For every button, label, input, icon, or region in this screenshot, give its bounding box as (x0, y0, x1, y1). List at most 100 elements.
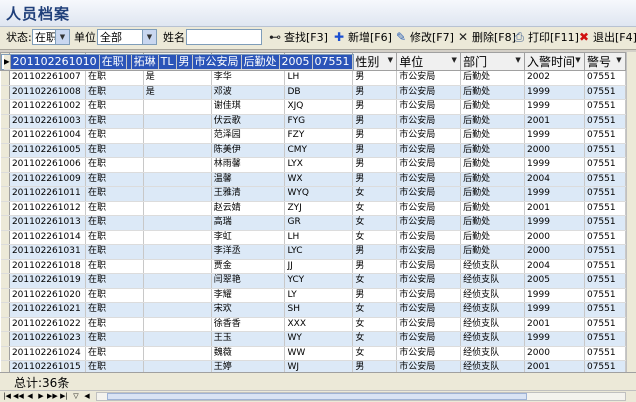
table-cell[interactable] (143, 259, 212, 274)
table-cell[interactable]: 男 (352, 143, 398, 158)
table-cell[interactable]: 在职 (85, 360, 144, 372)
table-cell[interactable]: 201102261019 (9, 273, 86, 289)
table-cell[interactable]: 1999 (524, 99, 585, 115)
table-cell[interactable]: 2001 (524, 317, 585, 332)
table-cell[interactable] (143, 215, 212, 231)
table-cell[interactable]: 李华 (211, 70, 286, 86)
table-cell[interactable]: 男 (352, 172, 398, 187)
table-cell[interactable]: 2000 (524, 244, 585, 260)
table-cell[interactable]: 女 (352, 273, 398, 289)
table-cell[interactable]: WY (284, 331, 354, 347)
table-cell[interactable]: 后勤处 (460, 172, 526, 187)
table-cell[interactable]: 市公安局 (396, 157, 462, 173)
table-cell[interactable]: 07551 (584, 143, 626, 158)
row-indicator[interactable] (0, 360, 10, 372)
table-cell[interactable]: 经侦支队 (460, 273, 526, 289)
table-cell[interactable]: 后勤处 (460, 201, 526, 216)
table-cell[interactable]: 在职 (85, 157, 144, 173)
table-cell[interactable] (143, 172, 212, 187)
table-row[interactable]: ▶ 201102261010 在职 拓琳 TL 男市公安局 后勤处 2005 07551 (0, 54, 354, 70)
table-cell[interactable]: LH (284, 70, 354, 86)
table-cell[interactable]: 是 (143, 85, 212, 100)
table-cell[interactable]: 201102261024 (9, 346, 86, 361)
table-cell[interactable]: 07551 (584, 172, 626, 187)
table-cell[interactable]: 女 (352, 230, 398, 245)
table-cell[interactable]: 男 (352, 288, 398, 303)
table-cell[interactable]: 伏云歌 (211, 114, 286, 129)
table-cell[interactable]: 201102261022 (9, 317, 86, 332)
table-cell[interactable]: 陈美伊 (211, 143, 286, 158)
filter-dropdown-icon[interactable]: ▼ (514, 56, 522, 65)
print-button[interactable]: ⎙ 打印[F11] (512, 29, 579, 46)
table-cell[interactable]: 07551 (584, 128, 626, 144)
table-cell[interactable]: 后勤处 (460, 187, 526, 202)
table-cell[interactable]: 在职 (85, 288, 144, 303)
table-cell[interactable]: 市公安局 (396, 172, 462, 187)
table-cell[interactable]: 经侦支队 (460, 317, 526, 332)
column-header[interactable]: 性别 ▼ (352, 52, 398, 71)
table-cell[interactable]: 201102261014 (9, 230, 86, 245)
table-cell[interactable]: XXX (284, 317, 354, 332)
table-cell[interactable]: FYG (284, 114, 354, 129)
table-cell[interactable]: 1999 (524, 215, 585, 231)
chevron-down-icon[interactable]: ▼ (142, 30, 156, 44)
row-indicator[interactable] (0, 259, 10, 274)
table-row[interactable]: 201102261013 在职 高瑞 GR 女市公安局 后勤处 1999 07551 (0, 215, 626, 231)
find-button[interactable]: ⊷ 查找[F3] (268, 29, 328, 46)
table-cell[interactable]: 1999 (524, 187, 585, 202)
table-cell[interactable] (143, 99, 212, 115)
row-indicator[interactable] (0, 317, 10, 332)
table-cell[interactable]: 07551 (584, 70, 626, 86)
table-cell[interactable]: 在职 (85, 128, 144, 144)
table-cell[interactable]: 在职 (85, 273, 144, 289)
table-cell[interactable]: GR (284, 215, 354, 231)
row-indicator[interactable] (0, 230, 10, 245)
table-cell[interactable]: WX (284, 172, 354, 187)
column-header[interactable]: 入警时间 ▼ (524, 52, 585, 71)
table-cell[interactable]: 07551 (584, 230, 626, 245)
table-cell[interactable]: JJ (284, 259, 354, 274)
table-cell[interactable]: 谢佳琪 (211, 99, 286, 115)
table-cell[interactable]: XJQ (284, 99, 354, 115)
prev-page-icon[interactable]: ◀◀ (13, 391, 24, 402)
table-cell[interactable]: 闫翠艳 (211, 273, 286, 289)
table-cell[interactable]: 201102261021 (9, 302, 86, 318)
table-cell[interactable]: 徐香香 (211, 317, 286, 332)
table-cell[interactable]: 1999 (524, 331, 585, 347)
table-cell[interactable]: LYC (284, 244, 354, 260)
table-cell[interactable]: 201102261010 (10, 55, 100, 70)
chevron-down-icon[interactable]: ▼ (55, 30, 69, 44)
table-cell[interactable]: 女 (352, 331, 398, 347)
name-search-input[interactable] (186, 29, 262, 45)
table-cell[interactable] (143, 157, 212, 173)
filter-dropdown-icon[interactable]: ▼ (615, 56, 623, 65)
table-cell[interactable] (143, 128, 212, 144)
table-cell[interactable]: 后勤处 (460, 230, 526, 245)
row-indicator[interactable] (0, 302, 10, 318)
column-header[interactable]: 警号 ▼ (583, 52, 626, 71)
table-cell[interactable]: 07551 (312, 55, 353, 70)
table-cell[interactable]: 07551 (584, 302, 626, 318)
table-cell[interactable]: 07551 (584, 273, 626, 289)
filter-icon[interactable]: ▽ (71, 391, 81, 402)
table-cell[interactable]: 贾金 (211, 259, 286, 274)
table-cell[interactable]: 201102261006 (9, 157, 86, 173)
table-cell[interactable] (143, 346, 212, 361)
table-cell[interactable]: 201102261005 (9, 143, 86, 158)
table-cell[interactable]: 07551 (584, 215, 626, 231)
table-cell[interactable]: 2001 (524, 201, 585, 216)
table-cell[interactable]: 07551 (584, 187, 626, 202)
table-row[interactable]: 201102261005 在职 陈美伊 CMY 男市公安局 后勤处 2000 07551 (0, 143, 626, 158)
column-header[interactable]: 单位 ▼ (396, 52, 462, 71)
table-cell[interactable] (143, 230, 212, 245)
table-cell[interactable]: 201102261023 (9, 331, 86, 347)
table-cell[interactable]: DB (284, 85, 354, 100)
table-cell[interactable]: 201102261013 (9, 215, 86, 231)
horizontal-scroll-thumb[interactable] (107, 393, 527, 400)
table-cell[interactable]: 女 (352, 317, 398, 332)
row-indicator[interactable] (0, 288, 10, 303)
table-cell[interactable]: 201102261007 (9, 70, 86, 86)
table-cell[interactable]: YCY (284, 273, 354, 289)
table-row[interactable]: 201102261022 在职 徐香香 XXX 女市公安局 经侦支队 2001 07551 (0, 317, 626, 332)
table-cell[interactable]: 市公安局 (192, 55, 242, 70)
